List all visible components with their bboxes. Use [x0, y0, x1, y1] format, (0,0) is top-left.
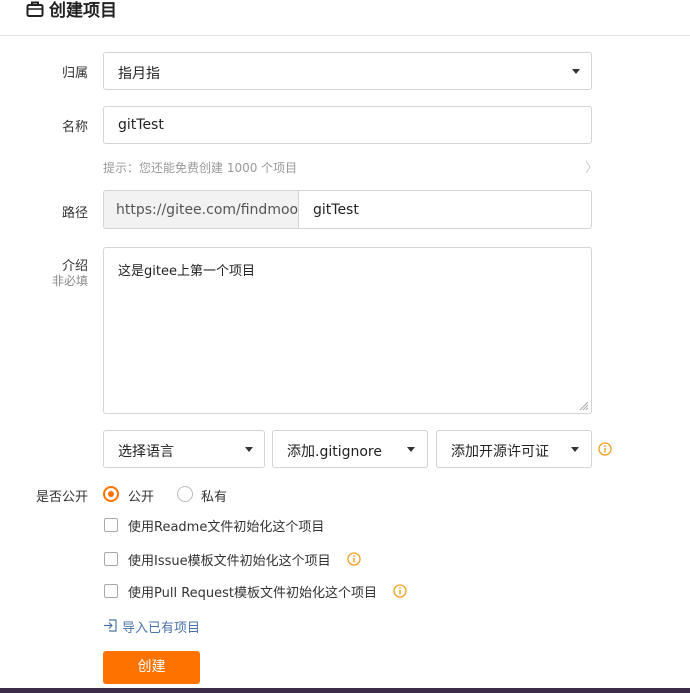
chevron-down-icon	[407, 447, 415, 452]
issue-template-checkbox-label[interactable]: 使用Issue模板文件初始化这个项目	[128, 550, 331, 569]
gitignore-select-label: 添加.gitignore	[287, 444, 382, 460]
name-input[interactable]: gitTest	[103, 106, 592, 144]
info-icon[interactable]	[598, 442, 612, 456]
owner-label: 归属	[61, 66, 88, 81]
description-optional-label: 非必填	[51, 274, 88, 288]
info-icon[interactable]	[347, 552, 361, 566]
owner-value: 指月指	[118, 66, 160, 82]
issue-template-checkbox[interactable]	[104, 552, 118, 566]
readme-checkbox-label[interactable]: 使用Readme文件初始化这个项目	[128, 516, 324, 535]
chevron-down-icon	[571, 447, 579, 452]
resize-grip-icon[interactable]	[579, 401, 589, 411]
license-select-label: 添加开源许可证	[451, 444, 549, 460]
pr-template-checkbox-label[interactable]: 使用Pull Request模板文件初始化这个项目	[128, 582, 377, 601]
path-prefix-text: https://gitee.com/findmoon/	[116, 202, 312, 218]
private-radio-label[interactable]: 私有	[201, 486, 227, 505]
owner-dropdown[interactable]: 指月指	[103, 52, 592, 90]
description-textarea[interactable]: 这是gitee上第一个项目	[103, 247, 592, 414]
path-input[interactable]: gitTest	[298, 190, 592, 229]
gitignore-select[interactable]: 添加.gitignore	[272, 430, 428, 468]
info-icon[interactable]	[393, 584, 407, 598]
public-radio[interactable]	[103, 486, 119, 502]
import-project-label: 导入已有项目	[122, 621, 201, 636]
private-radio[interactable]	[177, 486, 193, 502]
path-label: 路径	[61, 206, 88, 221]
language-select[interactable]: 选择语言	[103, 430, 265, 468]
pr-template-checkbox[interactable]	[104, 584, 118, 598]
page-header: 创建项目	[0, 0, 690, 36]
bottom-bar	[0, 688, 690, 693]
page-title: 创建项目	[49, 1, 117, 21]
language-select-label: 选择语言	[118, 444, 174, 460]
readme-checkbox[interactable]	[104, 518, 118, 532]
name-hint: 提示：您还能免费创建 1000 个项目	[103, 161, 298, 175]
chevron-down-icon	[572, 69, 580, 74]
description-value: 这是gitee上第一个项目	[118, 264, 255, 279]
chevron-right-icon	[585, 160, 591, 174]
chevron-down-icon	[245, 447, 253, 452]
import-icon	[104, 619, 117, 632]
path-value: gitTest	[313, 202, 359, 218]
create-button[interactable]: 创建	[103, 651, 200, 684]
name-value: gitTest	[118, 117, 164, 133]
briefcase-icon	[26, 1, 44, 17]
public-radio-label[interactable]: 公开	[128, 486, 154, 505]
visibility-label: 是否公开	[35, 490, 88, 505]
path-prefix: https://gitee.com/findmoon/	[103, 190, 312, 229]
name-label: 名称	[61, 120, 88, 135]
license-select[interactable]: 添加开源许可证	[436, 430, 592, 468]
